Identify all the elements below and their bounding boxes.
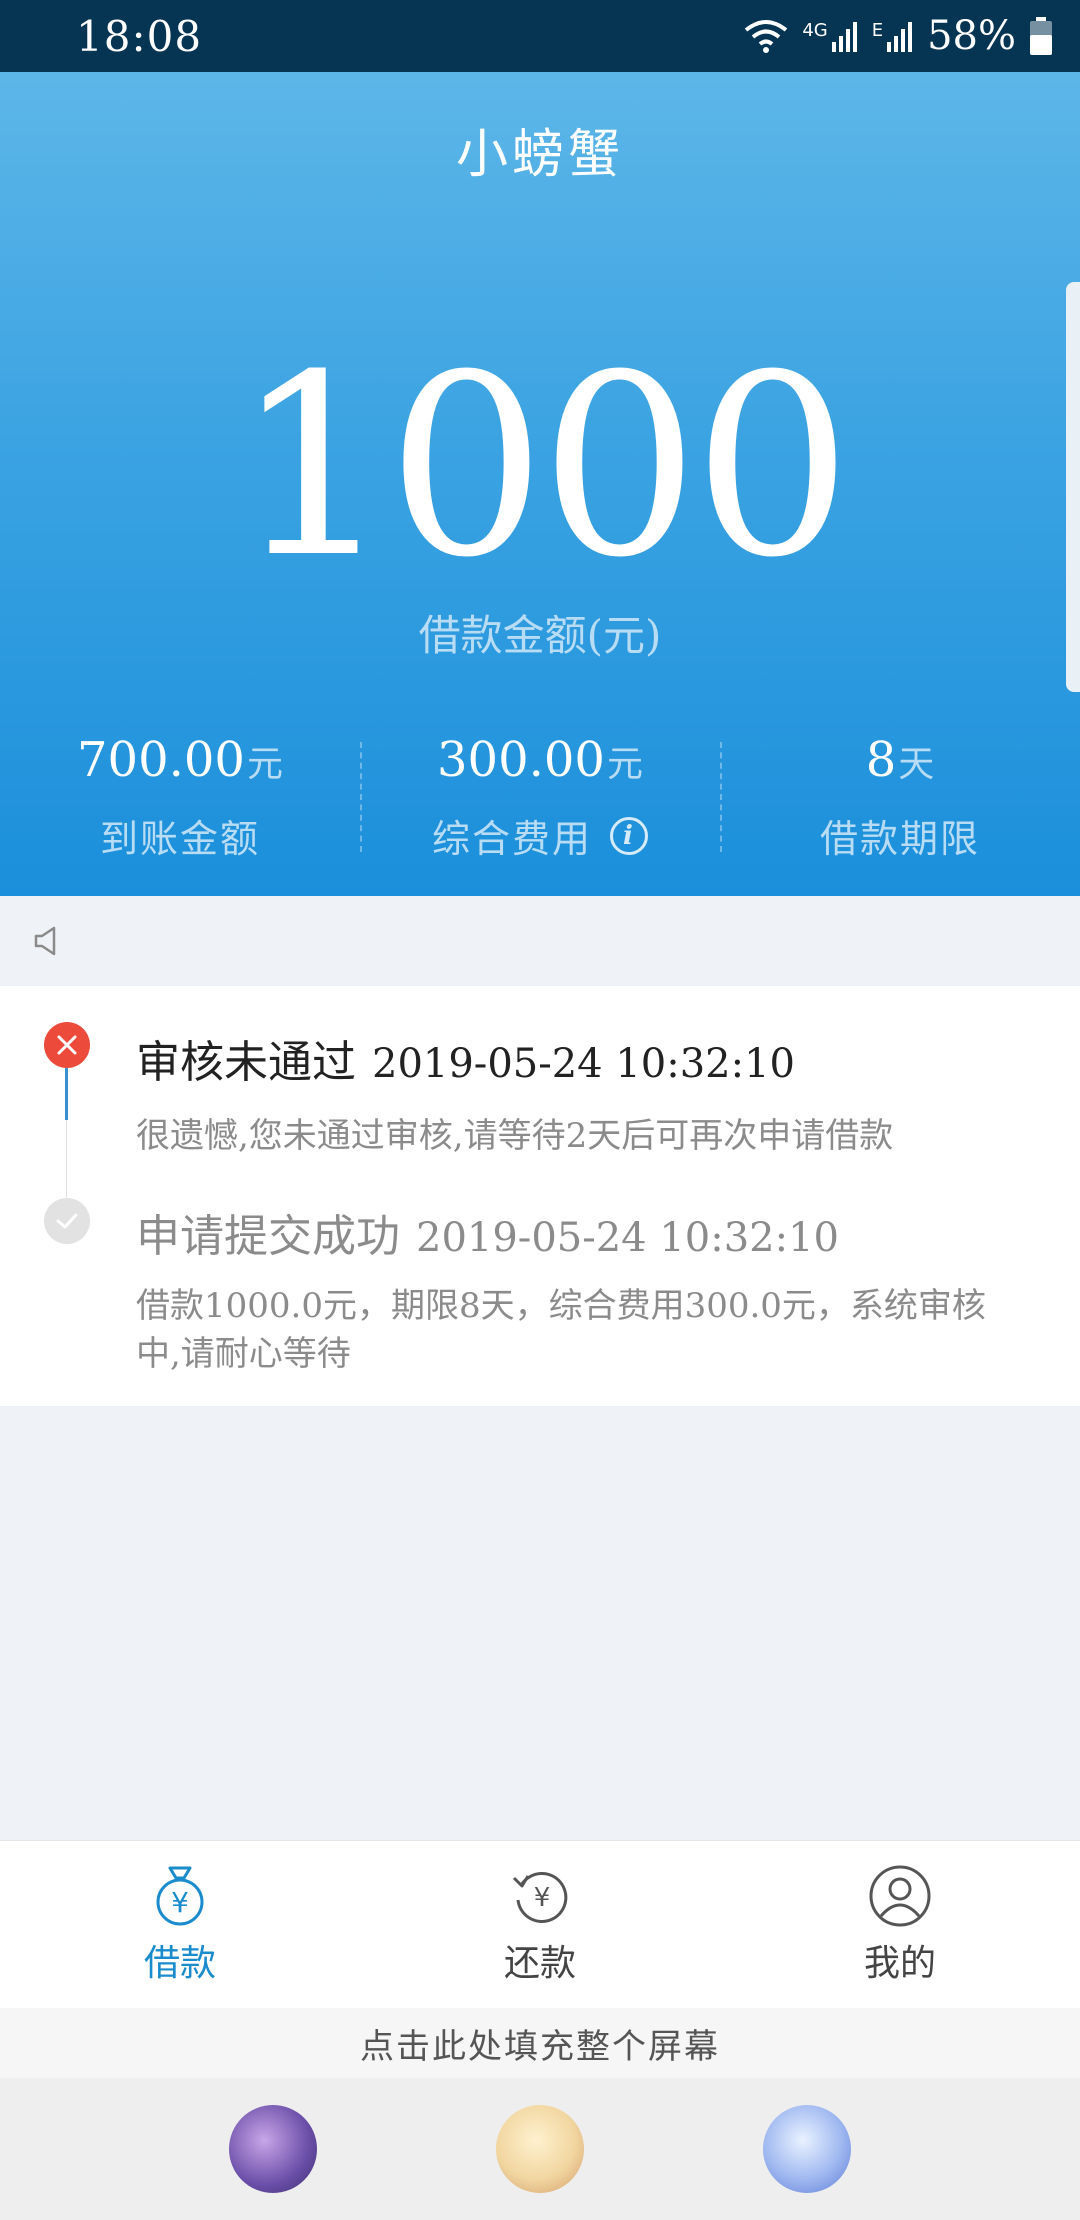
timeline-description: 借款1000.0元，期限8天，综合费用300.0元，系统审核中,请耐心等待 bbox=[136, 1286, 986, 1374]
page-title: 小螃蟹 bbox=[455, 125, 624, 185]
svg-text:¥: ¥ bbox=[534, 1883, 551, 1913]
timeline-time: 2019-05-24 10:32:10 bbox=[372, 1041, 795, 1087]
nav-label: 我的 bbox=[863, 1942, 936, 1984]
edge-panel-handle[interactable] bbox=[1066, 282, 1080, 692]
repay-icon: ¥ bbox=[512, 1871, 568, 1923]
stat-total-fee: 300.00元 综合费用 i bbox=[360, 732, 720, 862]
stat-value: 700.00 bbox=[77, 732, 245, 788]
stat-received-amount: 700.00元 到账金额 bbox=[0, 732, 360, 862]
bottom-nav: ¥ 借款 ¥ 还款 我的 bbox=[0, 1840, 1080, 2008]
check-icon bbox=[44, 1198, 90, 1244]
loan-amount-label: 借款金额(元) bbox=[418, 611, 662, 660]
stat-unit: 天 bbox=[898, 744, 935, 785]
loan-stats: 700.00元 到账金额 300.00元 综合费用 i 8天 借款期限 bbox=[0, 732, 1080, 862]
avatar[interactable] bbox=[229, 2105, 318, 2193]
stat-label: 到账金额 bbox=[99, 817, 260, 861]
application-timeline: 审核未通过 2019-05-24 10:32:10 很遗憾,您未通过审核,请等待… bbox=[0, 986, 1080, 1406]
stat-value: 8 bbox=[865, 732, 897, 788]
avatar[interactable] bbox=[762, 2105, 851, 2193]
info-icon[interactable]: i bbox=[610, 816, 648, 855]
timeline-description: 很遗憾,您未通过审核,请等待2天后可再次申请借款 bbox=[136, 1116, 894, 1156]
money-bag-icon: ¥ bbox=[156, 1866, 204, 1925]
timeline-time: 2019-05-24 10:32:10 bbox=[416, 1215, 839, 1261]
network-type-4g: 4G bbox=[802, 20, 828, 41]
timeline-item: 申请提交成功 2019-05-24 10:32:10 借款1000.0元，期限8… bbox=[136, 1200, 1030, 1378]
timeline-item: 审核未通过 2019-05-24 10:32:10 很遗憾,您未通过审核,请等待… bbox=[136, 1026, 1030, 1160]
battery-percent: 58% bbox=[927, 13, 1016, 59]
fill-screen-banner[interactable]: 点击此处填充整个屏幕 bbox=[0, 2008, 1080, 2078]
wifi-icon bbox=[745, 20, 788, 53]
stat-label: 借款期限 bbox=[819, 817, 980, 861]
nav-label: 借款 bbox=[143, 1942, 216, 1984]
nav-label: 还款 bbox=[503, 1942, 576, 1984]
timeline-connector bbox=[66, 1120, 67, 1200]
user-icon bbox=[869, 1865, 931, 1926]
timeline-connector bbox=[65, 1068, 68, 1120]
stat-unit: 元 bbox=[246, 744, 283, 785]
avatar-row bbox=[0, 2078, 1080, 2220]
timeline-title: 申请提交成功 bbox=[136, 1211, 400, 1262]
loan-summary-header: 小螃蟹 1000 借款金额(元) 700.00元 到账金额 300.00元 综合… bbox=[0, 72, 1080, 896]
speaker-icon bbox=[34, 926, 56, 956]
nav-tab-repay[interactable]: ¥ 还款 bbox=[360, 1841, 720, 2008]
stat-loan-term: 8天 借款期限 bbox=[720, 732, 1080, 862]
status-time: 18:08 bbox=[76, 11, 203, 61]
loan-amount: 1000 bbox=[233, 321, 852, 612]
status-icons: 4G E 58% bbox=[744, 13, 1052, 59]
announcement-bar[interactable] bbox=[0, 896, 1080, 986]
status-bar: 18:08 4G E 58% bbox=[0, 0, 1080, 72]
nav-tab-mine[interactable]: 我的 bbox=[720, 1841, 1080, 2008]
stat-unit: 元 bbox=[606, 744, 643, 785]
nav-tab-borrow[interactable]: ¥ 借款 bbox=[0, 1841, 360, 2008]
cellular-signal-icon: 4G bbox=[802, 20, 857, 52]
avatar[interactable] bbox=[495, 2105, 584, 2193]
network-type-e: E bbox=[871, 20, 884, 41]
svg-text:¥: ¥ bbox=[171, 1886, 189, 1919]
stat-label: 综合费用 bbox=[431, 817, 592, 861]
cellular-signal-2-icon: E bbox=[872, 20, 913, 52]
close-icon bbox=[44, 1022, 90, 1068]
timeline-title: 审核未通过 bbox=[136, 1037, 356, 1088]
stat-value: 300.00 bbox=[437, 732, 605, 788]
battery-icon bbox=[1030, 17, 1052, 55]
